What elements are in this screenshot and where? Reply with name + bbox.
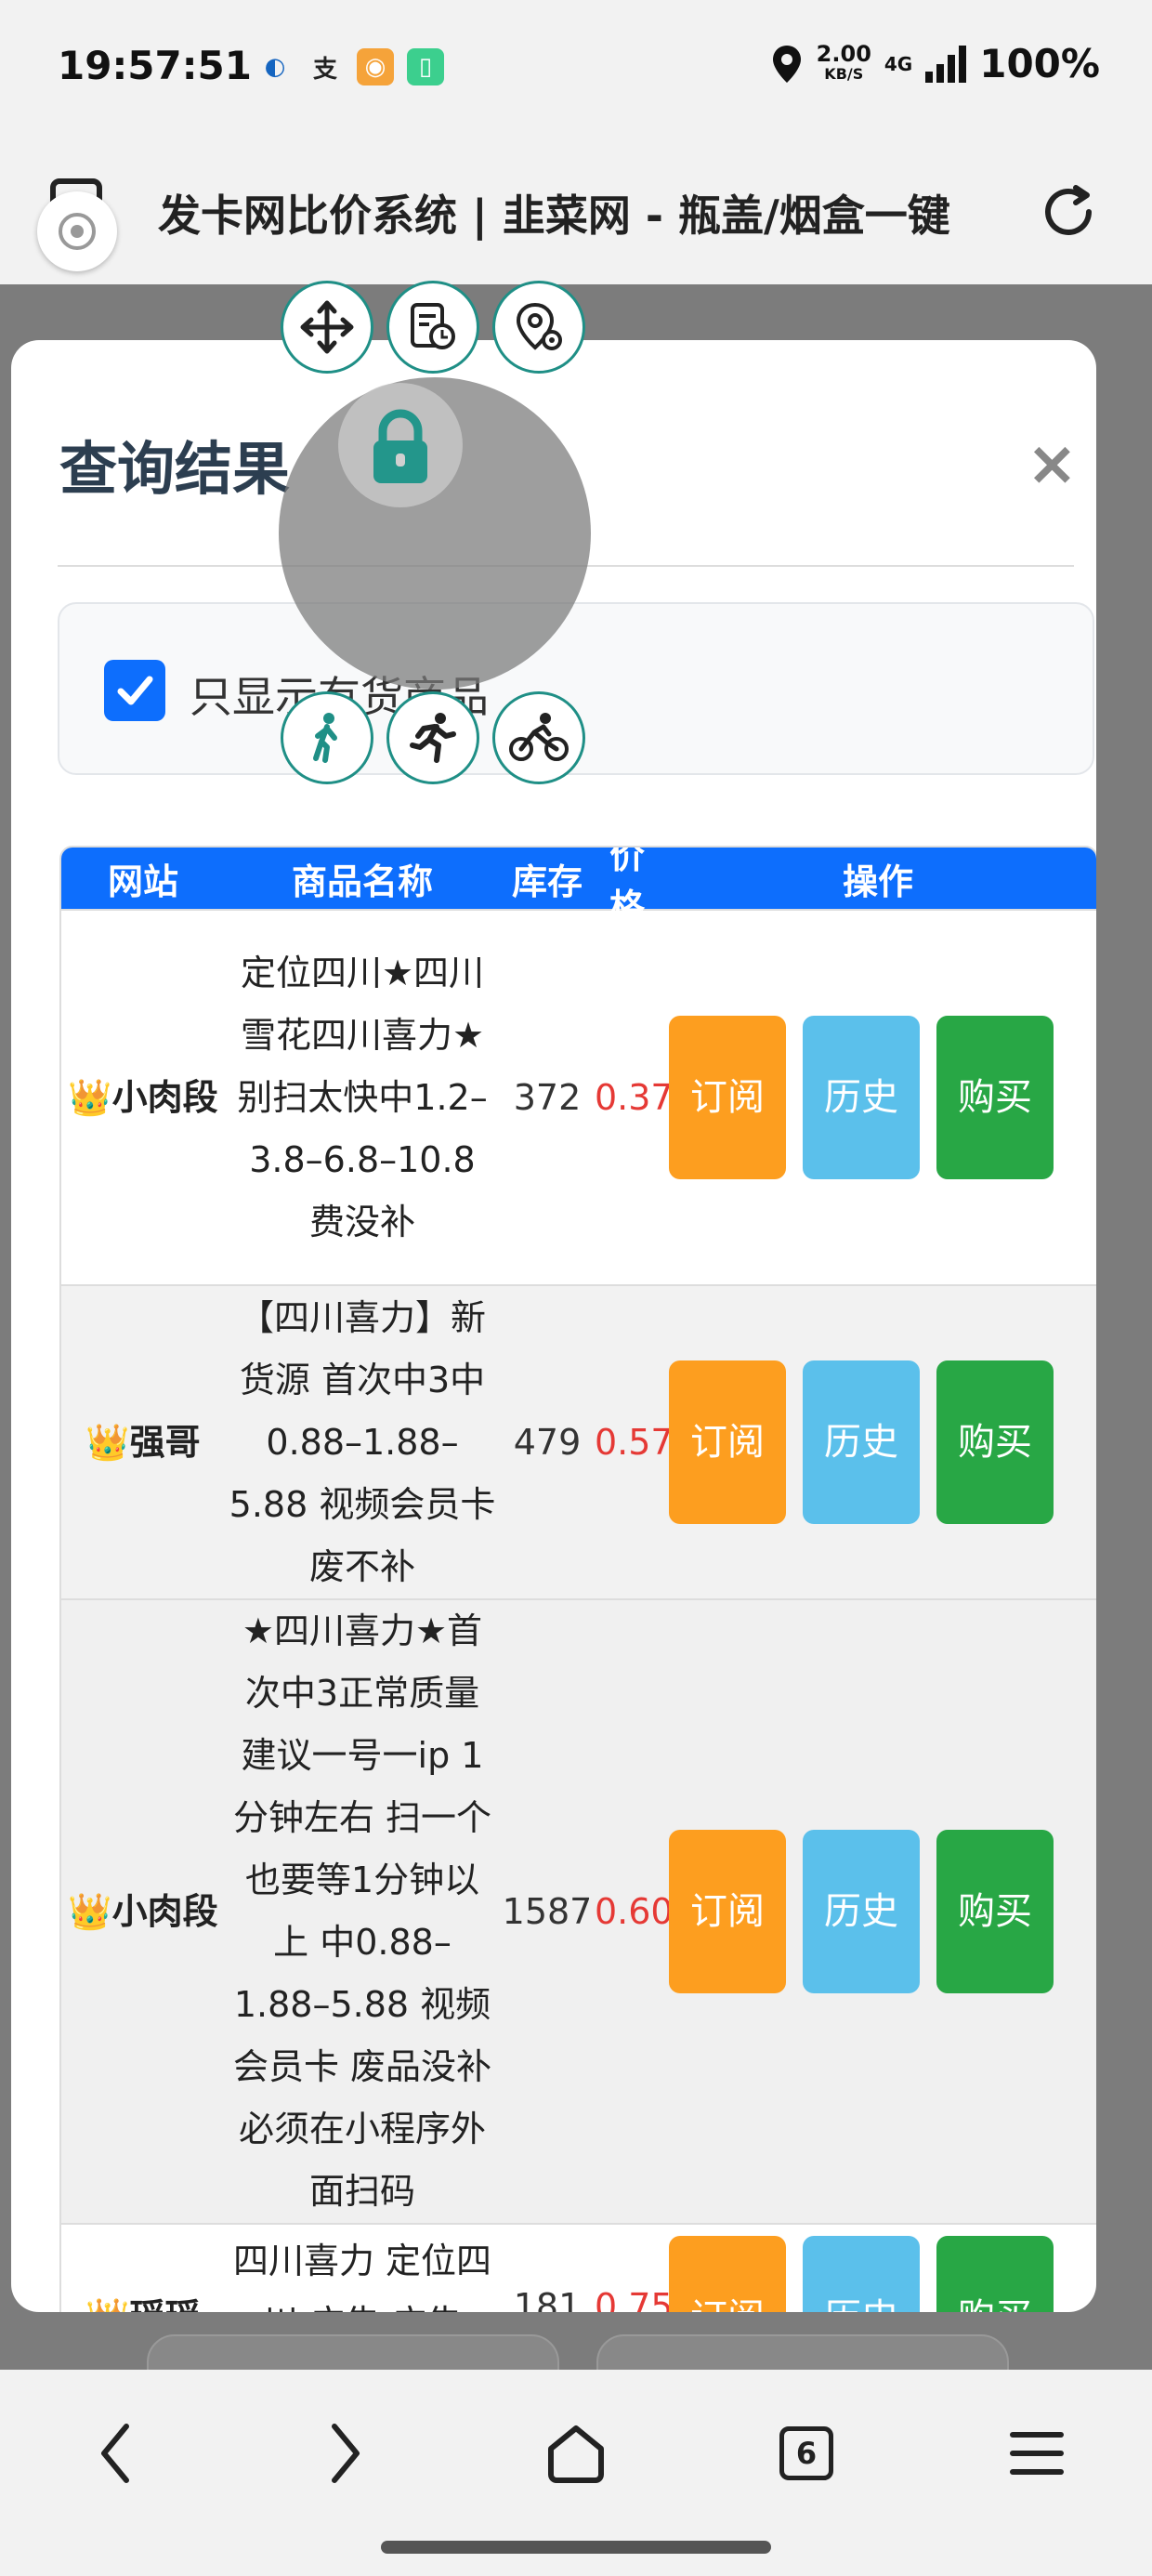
row-price: 0.37 — [595, 1077, 674, 1118]
app-notification-icon: ◐ — [264, 53, 286, 81]
table-row: 👑瑶瑶 四川喜力 定位四川 广告 广告 181 0.75 订阅 历史 购买 — [61, 2223, 1096, 2312]
subscribe-button[interactable]: 订阅 — [669, 1016, 786, 1179]
route-schedule-button[interactable] — [386, 281, 479, 374]
status-bar: 19:57:51 ◐ 支 ◉ ▯ 2.00 KB/S 4G 100% — [0, 0, 1152, 139]
row-site: 👑强哥 — [85, 1422, 201, 1463]
bike-mode-button[interactable] — [492, 691, 585, 784]
row-product-name: 四川喜力 定位四川 广告 广告 — [232, 2241, 492, 2312]
status-time: 19:57:51 — [58, 43, 252, 88]
row-stock: 479 — [513, 1422, 582, 1463]
buy-button[interactable]: 购买 — [936, 1016, 1054, 1179]
row-site: 👑小肉段 — [68, 1077, 218, 1118]
check-icon — [117, 676, 153, 705]
floating-ball-button[interactable] — [37, 191, 117, 271]
signal-icon — [925, 45, 967, 83]
move-button[interactable] — [281, 281, 373, 374]
row-product-name: 【四川喜力】新货源 首次中3中0.88–1.88–5.88 视频会员卡 废不补 — [229, 1296, 496, 1587]
row-actions: 订阅 历史 购买 — [660, 1830, 1096, 1993]
header-site: 网站 — [107, 861, 178, 902]
row-actions: 订阅 历史 购买 — [660, 1016, 1096, 1179]
row-price: 0.57 — [595, 1422, 674, 1463]
row-stock: 1587 — [502, 1891, 593, 1932]
location-settings-icon — [516, 302, 562, 350]
joystick-knob[interactable] — [338, 383, 463, 507]
browser-bottom-nav: 6 — [0, 2370, 1152, 2576]
row-product-name: ★四川喜力★首次中3正常质量建议一号一ip 1分钟左右 扫一个 也要等1分钟以上… — [232, 1610, 492, 2212]
status-right: 2.00 KB/S 4G 100% — [770, 41, 1100, 86]
row-actions: 订阅 历史 购买 — [660, 1360, 1096, 1524]
menu-button[interactable] — [1000, 2416, 1074, 2491]
history-button[interactable]: 历史 — [803, 2236, 920, 2312]
table-row: 👑强哥 【四川喜力】新货源 首次中3中0.88–1.88–5.88 视频会员卡 … — [61, 1284, 1096, 1598]
results-table: 网站 商品名称 库存 价格 操作 👑小肉段 定位四川★四川雪花四川喜力★别扫太快… — [59, 846, 1096, 2312]
row-actions: 订阅 历史 购买 — [660, 2236, 1096, 2312]
tab-count: 6 — [779, 2426, 833, 2480]
row-site: 👑瑶瑶 — [61, 2286, 225, 2312]
speed-unit: KB/S — [824, 64, 864, 83]
close-button[interactable]: × — [1027, 433, 1078, 494]
row-price: 0.60 — [595, 1891, 674, 1932]
browser-toolbar: 发卡网比价系统 | 韭菜网 - 瓶盖/烟盒一键 — [0, 139, 1152, 284]
modal-title: 查询结果 — [59, 435, 291, 503]
history-button[interactable]: 历史 — [803, 1830, 920, 1993]
row-stock: 372 — [513, 1077, 582, 1118]
in-stock-checkbox[interactable] — [104, 660, 165, 721]
back-button[interactable] — [78, 2416, 152, 2491]
bike-icon — [509, 713, 569, 761]
subscribe-button[interactable]: 订阅 — [669, 2236, 786, 2312]
subscribe-button[interactable]: 订阅 — [669, 1830, 786, 1993]
history-button[interactable]: 历史 — [803, 1360, 920, 1524]
row-price: 0.75 — [595, 2286, 674, 2312]
walk-mode-button[interactable] — [281, 691, 373, 784]
run-mode-button[interactable] — [386, 691, 479, 784]
schedule-icon — [411, 303, 455, 349]
header-name: 商品名称 — [291, 861, 433, 902]
row-product-name: 定位四川★四川雪花四川喜力★别扫太快中1.2–3.8–6.8–10.8 费没补 — [237, 952, 488, 1242]
gesture-home-bar[interactable] — [381, 2541, 771, 2554]
move-icon — [300, 300, 354, 354]
subscribe-button[interactable]: 订阅 — [669, 1360, 786, 1524]
menu-icon — [1010, 2432, 1064, 2475]
walk-icon — [313, 713, 337, 763]
run-icon — [410, 713, 456, 763]
forward-icon — [332, 2424, 360, 2483]
history-button[interactable]: 历史 — [803, 1016, 920, 1179]
home-button[interactable] — [539, 2416, 613, 2491]
reload-icon[interactable] — [1031, 175, 1106, 249]
speed-value: 2.00 — [816, 40, 871, 67]
back-icon — [101, 2424, 129, 2483]
header-ops: 操作 — [842, 861, 913, 902]
target-icon — [59, 213, 96, 250]
buy-button[interactable]: 购买 — [936, 2236, 1054, 2312]
results-modal: 查询结果 × 只显示有货商品 网站 商品名称 库存 价格 操作 👑小肉段 定位四… — [11, 340, 1096, 2312]
header-price: 价格 — [609, 846, 645, 927]
row-site: 👑小肉段 — [68, 1891, 218, 1932]
notification-icons: ◐ 支 ◉ ▯ — [256, 48, 444, 85]
buy-button[interactable]: 购买 — [936, 1360, 1054, 1524]
network-type: 4G — [884, 52, 913, 75]
page-title[interactable]: 发卡网比价系统 | 韭菜网 - 瓶盖/烟盒一键 — [158, 182, 994, 243]
alipay-icon: 支 — [312, 55, 337, 84]
tabs-button[interactable]: 6 — [769, 2416, 844, 2491]
row-stock: 181 — [513, 2286, 582, 2312]
table-row: 👑小肉段 定位四川★四川雪花四川喜力★别扫太快中1.2–3.8–6.8–10.8… — [61, 909, 1096, 1284]
battery-level: 100% — [979, 41, 1100, 86]
location-icon — [772, 45, 801, 83]
home-icon — [548, 2425, 604, 2483]
lock-icon — [373, 409, 427, 483]
table-header: 网站 商品名称 库存 价格 操作 — [61, 848, 1096, 927]
network-speed: 2.00 KB/S — [816, 40, 871, 85]
buy-button[interactable]: 购买 — [936, 1830, 1054, 1993]
location-settings-button[interactable] — [492, 281, 585, 374]
wallet-app-icon: ▯ — [407, 48, 444, 85]
map-app-icon: ◉ — [357, 48, 394, 85]
forward-button[interactable] — [308, 2416, 383, 2491]
header-stock: 库存 — [511, 861, 583, 902]
table-row: 👑小肉段 ★四川喜力★首次中3正常质量建议一号一ip 1分钟左右 扫一个 也要等… — [61, 1598, 1096, 2223]
